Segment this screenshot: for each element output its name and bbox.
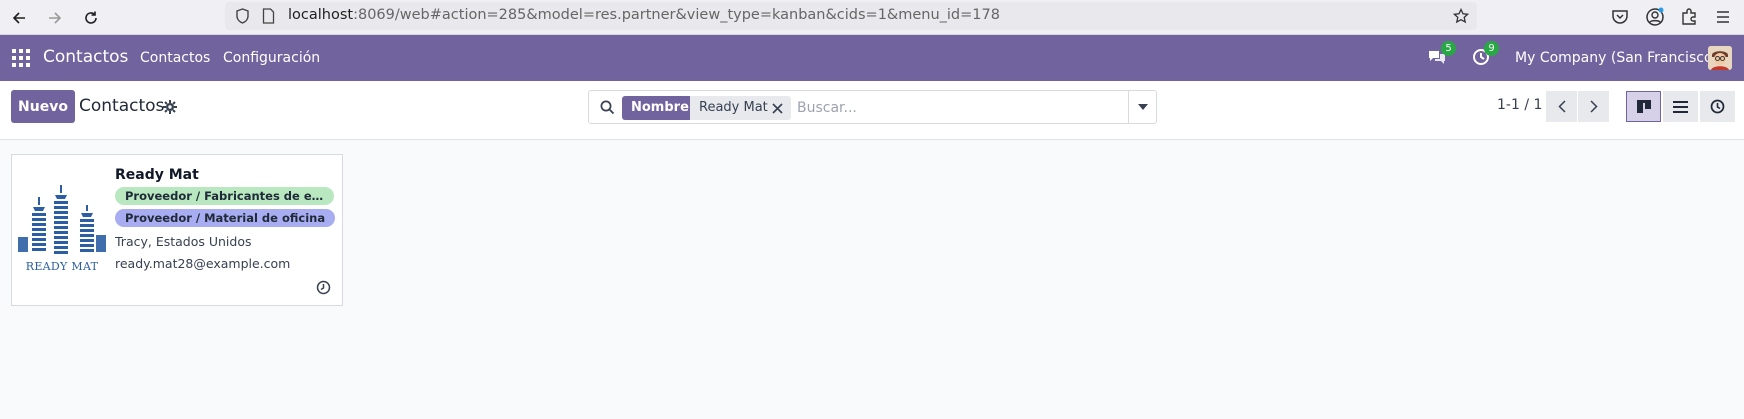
back-button[interactable]	[5, 4, 32, 31]
activities-button[interactable]: 9	[1472, 41, 1499, 68]
search-icon	[600, 100, 615, 115]
pager-next-button[interactable]	[1578, 91, 1609, 122]
account-icon[interactable]	[1645, 7, 1665, 27]
url-path: :8069/web#action=285&model=res.partner&v…	[353, 7, 1000, 23]
caret-down-icon	[1137, 104, 1148, 110]
contact-location: Tracy, Estados Unidos	[115, 234, 252, 249]
kanban-icon	[1636, 100, 1651, 113]
pager-previous-button[interactable]	[1546, 91, 1577, 122]
control-panel: Nuevo Contactos Nombre Ready Mat 1-1 / 1	[0, 81, 1744, 140]
kanban-card[interactable]: READY MAT Ready Mat Proveedor / Fabrican…	[11, 154, 343, 306]
bookmark-star-icon[interactable]	[1453, 8, 1469, 24]
app-name[interactable]: Contactos	[43, 47, 128, 67]
menu-item-contactos[interactable]: Contactos	[140, 50, 210, 66]
browser-toolbar: localhost:8069/web#action=285&model=res.…	[0, 0, 1744, 35]
contact-name: Ready Mat	[115, 167, 199, 183]
user-avatar-icon	[1708, 46, 1732, 70]
menu-item-configuracion[interactable]: Configuración	[223, 50, 320, 66]
search-input[interactable]	[797, 96, 1097, 120]
building-logo-icon	[18, 185, 106, 254]
url-text: localhost:8069/web#action=285&model=res.…	[288, 7, 1000, 23]
arrow-left-icon	[12, 11, 25, 24]
clock-icon	[1710, 99, 1725, 114]
hamburger-menu-icon[interactable]	[1714, 8, 1732, 26]
arrow-right-icon	[48, 11, 61, 24]
reload-button[interactable]	[77, 4, 104, 31]
category-tag: Proveedor / Material de oficina	[115, 209, 336, 227]
chevron-left-icon	[1557, 100, 1566, 113]
address-bar[interactable]: localhost:8069/web#action=285&model=res.…	[225, 2, 1477, 30]
page-icon	[262, 8, 275, 24]
chevron-right-icon	[1589, 100, 1598, 113]
activities-badge: 9	[1484, 41, 1499, 56]
shield-icon	[236, 8, 249, 24]
main-navbar: Contactos Contactos Configuración 5 9 My…	[0, 35, 1744, 81]
extensions-icon[interactable]	[1680, 8, 1698, 26]
reload-icon	[84, 11, 97, 24]
category-tag: Proveedor / Fabricantes de escrit...	[115, 187, 334, 205]
forward-button[interactable]	[41, 4, 68, 31]
search-facet-label: Nombre	[622, 96, 698, 120]
pager-value[interactable]: 1-1 / 1	[1497, 97, 1542, 113]
remove-facet-icon[interactable]	[772, 103, 783, 114]
contact-email: ready.mat28@example.com	[115, 256, 291, 271]
apps-grid-icon[interactable]	[12, 49, 30, 67]
page-title: Contactos	[79, 96, 165, 116]
company-switcher[interactable]: My Company (San Francisco)	[1515, 50, 1718, 66]
pocket-icon[interactable]	[1611, 8, 1629, 26]
kanban-view-button[interactable]	[1626, 91, 1661, 122]
list-view-button[interactable]	[1663, 91, 1698, 122]
company-logo: READY MAT	[18, 185, 106, 277]
list-icon	[1673, 100, 1688, 113]
messages-badge: 5	[1441, 41, 1456, 56]
messages-button[interactable]: 5	[1427, 41, 1456, 68]
gear-icon[interactable]	[163, 100, 177, 114]
new-button[interactable]: Nuevo	[11, 90, 75, 123]
avatar[interactable]	[1708, 46, 1732, 70]
activity-clock-icon[interactable]	[316, 280, 331, 295]
logo-text: READY MAT	[25, 260, 99, 273]
url-host: localhost	[288, 7, 354, 23]
activity-view-button[interactable]	[1700, 91, 1735, 122]
search-options-toggle[interactable]	[1128, 91, 1156, 123]
search-box: Nombre Ready Mat	[588, 90, 1157, 124]
